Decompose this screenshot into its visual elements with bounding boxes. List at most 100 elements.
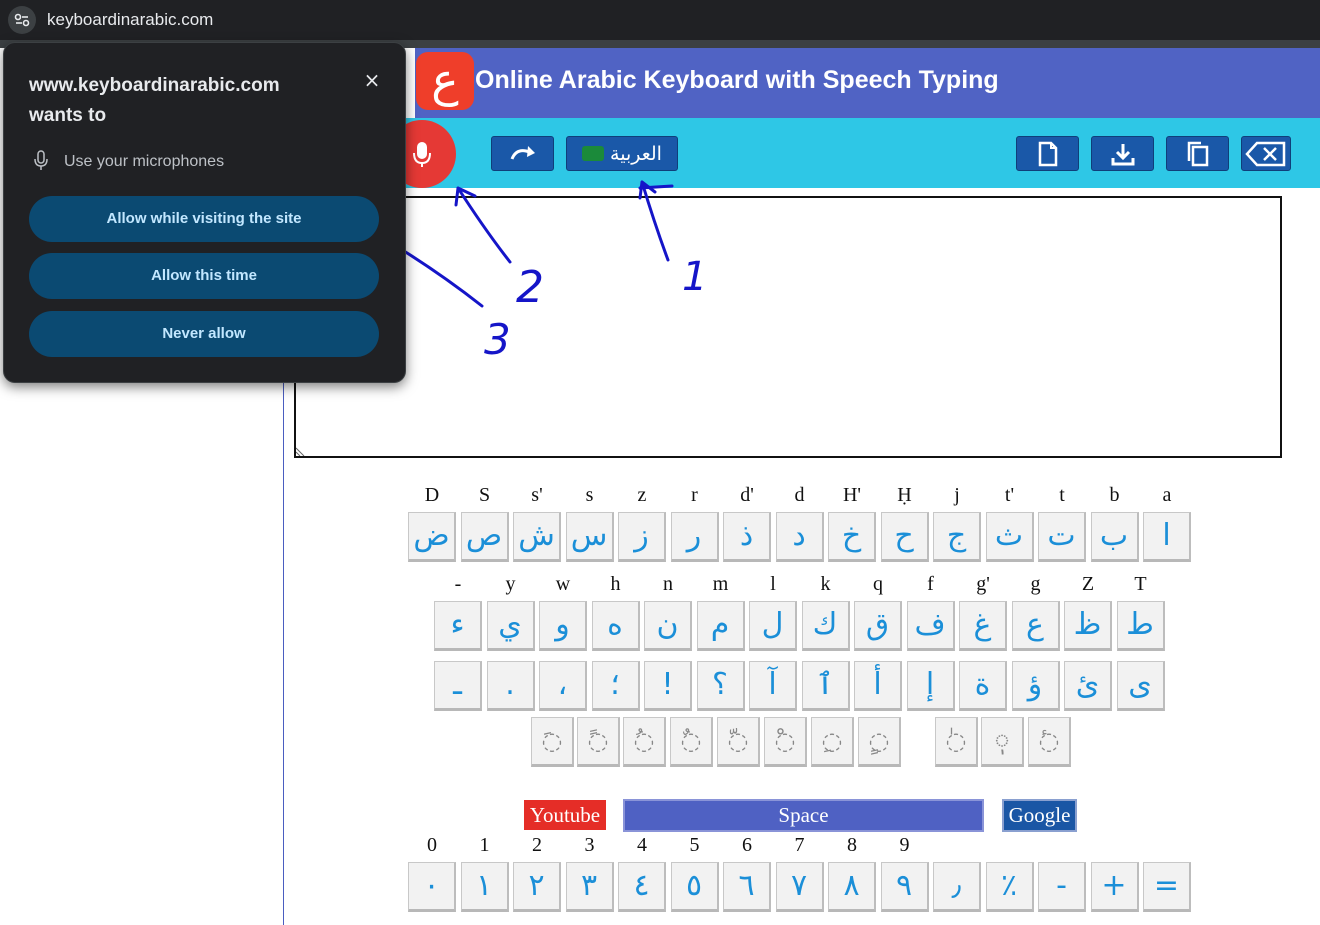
number-key[interactable]: ١ [460,862,509,912]
site-info-icon[interactable] [8,6,36,34]
diacritic-key[interactable]: ◌ٖ [981,717,1024,767]
keyboard-key[interactable]: د [775,512,824,562]
space-button[interactable]: Space [623,799,984,832]
keyboard-key[interactable]: ي [486,601,535,651]
diacritic-key[interactable]: ◌ً [577,717,620,767]
keyboard-key[interactable]: ط [1116,601,1165,651]
new-document-button[interactable] [1016,136,1079,171]
close-icon[interactable]: × [361,69,383,91]
backspace-icon [1245,141,1286,166]
keyboard-key[interactable]: ح [880,512,929,562]
google-button[interactable]: Google [1002,799,1077,832]
keyboard-key[interactable]: ا [1143,512,1191,562]
number-key[interactable]: ٩ [880,862,929,912]
keyboard-key[interactable]: ئ [1064,661,1112,711]
keyboard-key[interactable]: ! [644,661,692,711]
key-latin-label: - [454,573,462,595]
diacritic-key[interactable]: ◌َ [531,717,574,767]
diacritic-key[interactable]: ◌ٍ [858,717,901,767]
keyboard-key[interactable]: . [486,661,535,711]
diacritic-key[interactable]: ◌ّ [717,717,760,767]
keyboard-key[interactable]: غ [959,601,1007,651]
keyboard-key[interactable]: ل [749,601,797,651]
keyboard-key[interactable]: ؤ [1011,661,1060,711]
keyboard-key[interactable]: م [696,601,745,651]
keyboard-key[interactable]: ؛ [591,661,640,711]
key-latin-label: S [478,484,491,506]
keyboard-key[interactable]: خ [828,512,876,562]
diacritic-key[interactable]: ◌ٌ [670,717,713,767]
number-key[interactable]: ٧ [775,862,824,912]
diacritic-key[interactable]: ◌ٰ [935,717,978,767]
text-editor[interactable] [294,196,1282,458]
keyboard-key[interactable]: ء [434,601,482,651]
keyboard-key[interactable]: ى [1116,661,1165,711]
key-latin-label: s [585,484,594,506]
keyboard-key[interactable]: ٱ [801,661,850,711]
number-key[interactable]: = [1143,862,1191,912]
number-key[interactable]: ٨ [828,862,876,912]
keyboard-key[interactable]: ص [460,512,509,562]
keyboard-key[interactable]: ب [1090,512,1139,562]
resize-grip-icon[interactable] [296,446,306,456]
number-key[interactable]: - [1038,862,1086,912]
keyboard-key[interactable]: إ [906,661,955,711]
keyboard-key[interactable]: ك [801,601,850,651]
keyboard-key[interactable]: س [565,512,614,562]
download-button[interactable] [1091,136,1154,171]
number-key[interactable]: ٤ [618,862,666,912]
key-latin-label: h [610,573,621,595]
keyboard-key[interactable]: و [539,601,587,651]
keyboard-key[interactable]: ة [959,661,1007,711]
permission-text: Use your microphones [64,153,225,170]
keyboard-key[interactable]: ر [670,512,719,562]
keyboard-key[interactable]: ض [408,512,456,562]
youtube-button[interactable]: Youtube [524,800,606,830]
keyboard-key[interactable]: ـ [434,661,482,711]
allow-this-time-button[interactable]: Allow this time [29,253,379,299]
key-latin-label: z [637,484,647,506]
number-key[interactable]: ٠ [408,862,456,912]
key-latin-label: y [505,573,516,595]
key-latin-label: n [663,573,673,595]
keyboard-key[interactable]: ج [933,512,981,562]
key-latin-label: D [424,484,440,506]
number-key[interactable]: ٣ [565,862,614,912]
keyboard-key[interactable]: ف [906,601,955,651]
url-text[interactable]: keyboardinarabic.com [47,10,213,30]
keyboard-key[interactable]: ؟ [696,661,745,711]
language-button[interactable]: العربية [566,136,678,171]
backspace-button[interactable] [1241,136,1291,171]
number-key[interactable]: ٪ [985,862,1034,912]
keyboard-key[interactable]: ظ [1064,601,1112,651]
never-allow-button[interactable]: Never allow [29,311,379,357]
keyboard-key[interactable]: آ [749,661,797,711]
keyboard-key[interactable]: ق [854,601,902,651]
diacritic-key[interactable]: ◌ٔ [1028,717,1071,767]
keyboard-key[interactable]: ش [513,512,561,562]
number-key[interactable]: ٥ [670,862,719,912]
diacritic-key[interactable]: ◌ِ [811,717,854,767]
keyboard-key[interactable]: ذ [723,512,771,562]
diacritic-key[interactable]: ◌ُ [623,717,666,767]
key-latin-label: d' [740,484,754,506]
keyboard-key[interactable]: ز [618,512,666,562]
copy-button[interactable] [1166,136,1229,171]
keyboard-key[interactable]: ه [591,601,640,651]
site-logo[interactable]: ع [416,52,474,110]
keyboard-key[interactable]: ت [1038,512,1086,562]
keyboard-key[interactable]: ع [1011,601,1060,651]
key-latin-label: t' [1004,484,1015,506]
number-key[interactable]: ٦ [723,862,771,912]
key-number-label: 9 [899,834,910,856]
number-key[interactable]: ٫ [933,862,981,912]
keyboard-key[interactable]: أ [854,661,902,711]
diacritic-key[interactable]: ◌ْ [764,717,807,767]
number-key[interactable]: ٢ [513,862,561,912]
redo-button[interactable] [491,136,554,171]
keyboard-key[interactable]: ن [644,601,692,651]
allow-while-visiting-button[interactable]: Allow while visiting the site [29,196,379,242]
number-key[interactable]: + [1090,862,1139,912]
keyboard-key[interactable]: ث [985,512,1034,562]
keyboard-key[interactable]: ، [539,661,587,711]
